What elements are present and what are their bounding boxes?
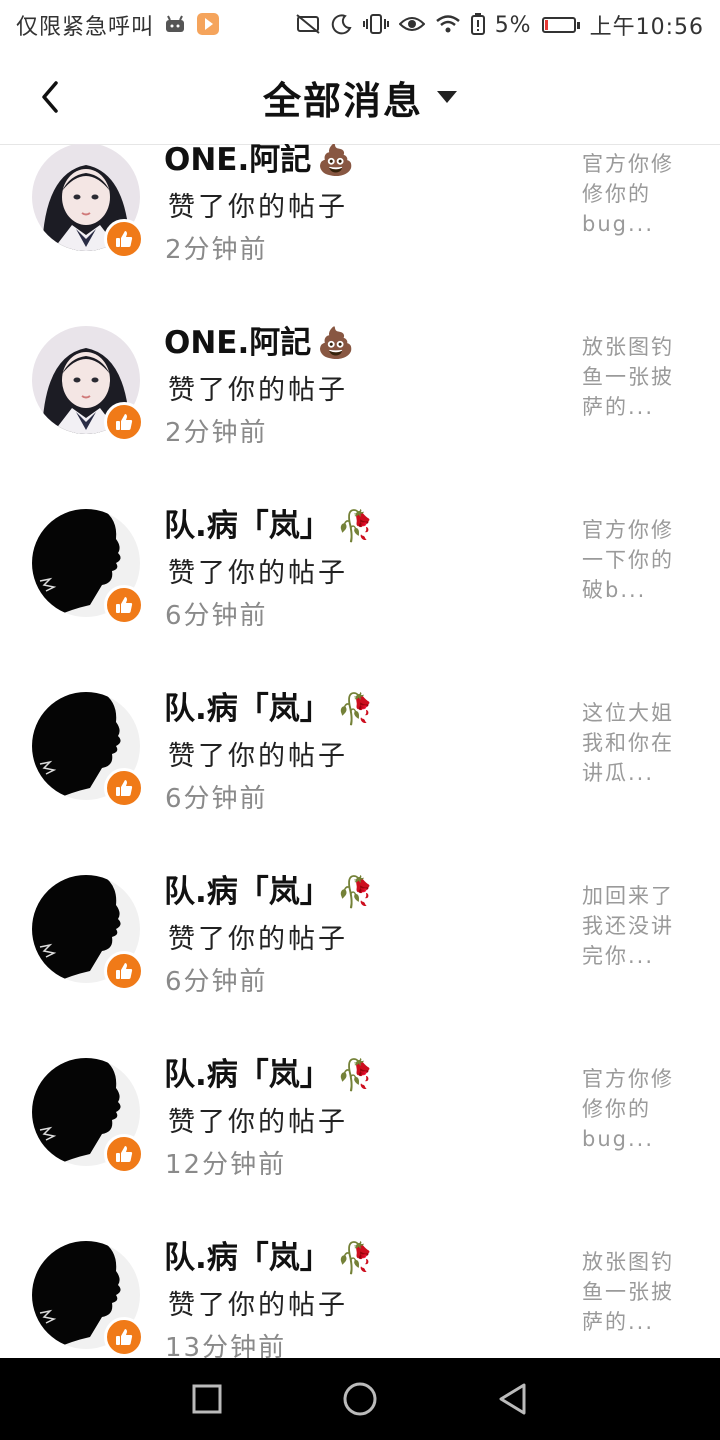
thumbs-up-icon	[116, 597, 133, 613]
notification-item[interactable]: ONE.阿記 💩 赞了你的帖子 2分钟前 官方你修修你的bug...	[0, 144, 720, 287]
user-name[interactable]: 队.病「岚」 🥀	[164, 683, 374, 728]
name-emoji: 🥀	[336, 692, 375, 727]
action-text: 赞了你的帖子	[168, 1290, 348, 1321]
battery-saver-icon	[470, 12, 485, 38]
battery-percent: 5%	[494, 12, 532, 38]
name-emoji: 🥀	[336, 875, 375, 910]
post-preview[interactable]: 放张图钓鱼一张披萨的...	[582, 332, 694, 422]
home-circle-icon	[343, 1382, 377, 1416]
action-text: 赞了你的帖子	[168, 1107, 348, 1138]
post-preview[interactable]: 加回来了我还没讲完你...	[582, 881, 694, 971]
like-badge	[104, 402, 144, 442]
post-preview[interactable]: 这位大姐我和你在讲瓜...	[582, 698, 694, 788]
action-text: 赞了你的帖子	[168, 375, 348, 406]
timestamp: 6分钟前	[165, 601, 268, 631]
clock: 上午10:56	[589, 15, 704, 40]
android-debug-icon	[164, 14, 186, 37]
user-name[interactable]: 队.病「岚」 🥀	[164, 866, 374, 911]
post-preview[interactable]: 官方你修一下你的破b...	[582, 515, 694, 605]
battery-icon	[541, 17, 580, 33]
page-title: 全部消息	[262, 78, 423, 123]
timestamp: 6分钟前	[165, 784, 268, 814]
chevron-left-icon	[42, 81, 58, 113]
wifi-icon	[435, 14, 461, 37]
user-name[interactable]: ONE.阿記 💩	[164, 144, 355, 179]
name-emoji: 🥀	[336, 509, 375, 544]
moon-icon	[331, 13, 353, 38]
home-button[interactable]	[340, 1379, 380, 1419]
name-emoji: 🥀	[336, 1058, 375, 1093]
system-nav-bar	[0, 1358, 720, 1440]
status-bar: 仅限紧急呼叫 5% 上午10:56	[0, 0, 720, 50]
post-preview[interactable]: 官方你修修你的bug...	[582, 149, 694, 239]
thumbs-up-icon	[116, 963, 133, 979]
notification-item[interactable]: ONE.阿記 💩 赞了你的帖子 2分钟前 放张图钓鱼一张披萨的...	[0, 287, 720, 470]
action-text: 赞了你的帖子	[168, 558, 348, 589]
thumbs-up-icon	[116, 1146, 133, 1162]
thumbs-up-icon	[116, 414, 133, 430]
notification-item[interactable]: 队.病「岚」 🥀 赞了你的帖子 6分钟前 这位大姐我和你在讲瓜...	[0, 653, 720, 836]
recents-square-icon	[192, 1384, 222, 1414]
notification-item[interactable]: 队.病「岚」 🥀 赞了你的帖子 13分钟前 放张图钓鱼一张披萨的...	[0, 1202, 720, 1358]
back-triangle-icon	[499, 1383, 526, 1415]
timestamp: 12分钟前	[165, 1150, 287, 1180]
name-emoji: 💩	[317, 144, 355, 178]
notification-item[interactable]: 队.病「岚」 🥀 赞了你的帖子 6分钟前 加回来了我还没讲完你...	[0, 836, 720, 1019]
back-nav-button[interactable]	[493, 1379, 533, 1419]
user-name[interactable]: 队.病「岚」 🥀	[164, 500, 374, 545]
like-badge	[104, 1134, 144, 1174]
timestamp: 6分钟前	[165, 967, 268, 997]
back-button[interactable]	[30, 72, 70, 122]
like-badge	[104, 1317, 144, 1357]
video-app-icon	[196, 12, 220, 39]
timestamp: 2分钟前	[165, 235, 268, 265]
eye-icon	[398, 14, 426, 37]
action-text: 赞了你的帖子	[168, 192, 348, 223]
like-badge	[104, 219, 144, 259]
app-header: 全部消息	[0, 50, 720, 145]
notification-list[interactable]: ONE.阿記 💩 赞了你的帖子 2分钟前 官方你修修你的bug... ONE.阿記 💩 赞了你…	[0, 144, 720, 1358]
vibrate-icon	[362, 13, 389, 38]
timestamp: 13分钟前	[165, 1333, 287, 1358]
user-name[interactable]: 队.病「岚」 🥀	[164, 1232, 374, 1277]
post-preview[interactable]: 官方你修修你的bug...	[582, 1064, 694, 1154]
user-name[interactable]: 队.病「岚」 🥀	[164, 1049, 374, 1094]
like-badge	[104, 951, 144, 991]
like-badge	[104, 585, 144, 625]
action-text: 赞了你的帖子	[168, 741, 348, 772]
thumbs-up-icon	[116, 1329, 133, 1345]
recents-button[interactable]	[187, 1379, 227, 1419]
caret-down-icon	[437, 91, 457, 103]
thumbs-up-icon	[116, 780, 133, 796]
thumbs-up-icon	[116, 231, 133, 247]
title-dropdown[interactable]: 全部消息	[263, 70, 457, 125]
like-badge	[104, 768, 144, 808]
user-name[interactable]: ONE.阿記 💩	[164, 317, 355, 362]
carrier-status-text: 仅限紧急呼叫	[16, 15, 155, 40]
status-bar-right: 5% 上午10:56	[295, 9, 704, 41]
post-preview[interactable]: 放张图钓鱼一张披萨的...	[582, 1247, 694, 1337]
no-sim-icon	[295, 13, 321, 38]
status-bar-left: 仅限紧急呼叫	[16, 9, 220, 41]
name-emoji: 💩	[317, 326, 355, 361]
action-text: 赞了你的帖子	[168, 924, 348, 955]
name-emoji: 🥀	[336, 1241, 375, 1276]
timestamp: 2分钟前	[165, 418, 268, 448]
notification-item[interactable]: 队.病「岚」 🥀 赞了你的帖子 6分钟前 官方你修一下你的破b...	[0, 470, 720, 653]
notification-item[interactable]: 队.病「岚」 🥀 赞了你的帖子 12分钟前 官方你修修你的bug...	[0, 1019, 720, 1202]
